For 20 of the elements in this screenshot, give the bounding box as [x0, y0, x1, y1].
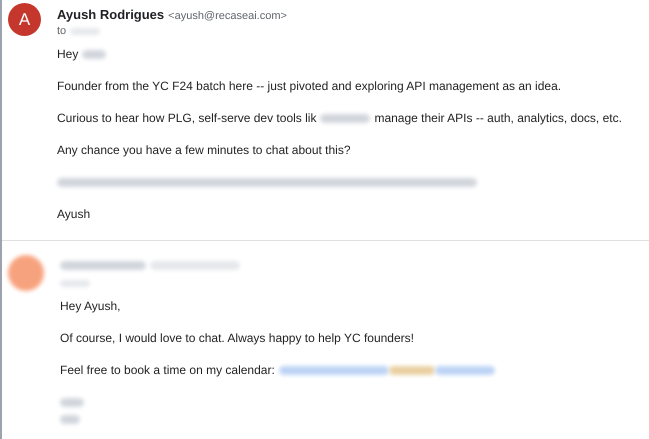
- sender-email: <ayush@recaseai.com>: [168, 9, 287, 24]
- redacted-text-blur: [82, 50, 106, 58]
- message-text: Of course, I would love to chat. Always happy to help YC founders!: [60, 330, 414, 347]
- recipient-label: to: [57, 24, 66, 39]
- message-text: Founder from the YC F24 batch here -- just pivoted and exploring API management as an idea.: [57, 78, 562, 95]
- message-text: Any chance you have a few minutes to chat about this?: [57, 142, 351, 159]
- avatar: A: [8, 3, 41, 36]
- message-text: Curious to hear how PLG, self-serve dev tools lik: [57, 110, 316, 127]
- redacted-text-blur: [60, 280, 90, 286]
- redacted-text-blur: [70, 28, 100, 34]
- message-text: Ayush: [57, 206, 90, 223]
- message-text: Feel free to book a time on my calendar:: [60, 362, 275, 379]
- message-text: manage their APIs -- auth, analytics, docs, etc.: [374, 110, 622, 127]
- redacted-text-blur: [60, 398, 84, 407]
- redacted-text-blur: [60, 415, 80, 424]
- sender-name: Ayush Rodrigues: [57, 6, 164, 24]
- redacted-link-blur: [434, 366, 495, 374]
- message-text: Hey: [57, 46, 78, 63]
- redacted-text-blur: [320, 114, 370, 122]
- message-text: Hey Ayush,: [60, 298, 120, 315]
